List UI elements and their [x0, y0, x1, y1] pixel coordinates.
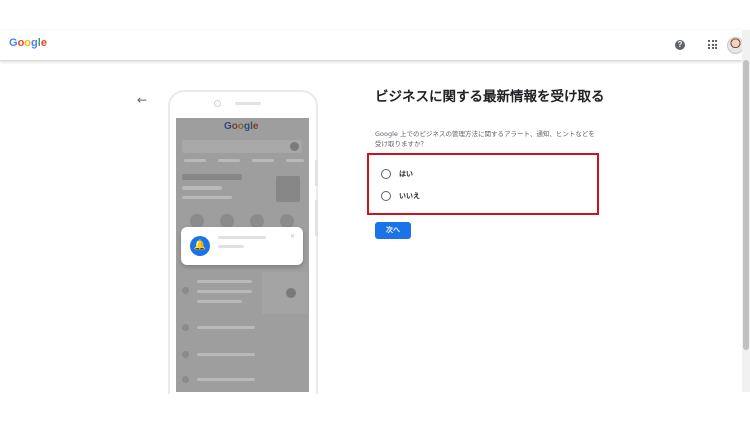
page-description: Google 上でのビジネスの管理方法に関するアラート、通知、ヒントなどを受け取… — [375, 130, 595, 148]
phone-location-icon — [182, 287, 189, 294]
option-yes[interactable]: はい — [381, 168, 413, 180]
phone-phone-line — [197, 353, 255, 356]
back-arrow-icon[interactable]: ← — [137, 93, 147, 107]
notification-line — [218, 245, 244, 248]
close-icon: ✕ — [290, 233, 296, 240]
google-logo[interactable]: Google — [9, 37, 47, 49]
apps-grid-icon[interactable] — [708, 40, 717, 49]
phone-website-line — [197, 378, 255, 381]
phone-tab — [218, 159, 240, 162]
phone-globe-icon — [182, 376, 189, 383]
phone-side-button — [315, 160, 318, 186]
phone-action-icon — [190, 214, 204, 228]
top-bar: Google ? — [0, 30, 744, 61]
phone-action-icon — [250, 214, 264, 228]
phone-address-line — [197, 280, 252, 283]
phone-hours-line — [197, 326, 255, 329]
phone-tab — [286, 159, 304, 162]
notification-line — [218, 236, 266, 239]
phone-rating — [182, 186, 222, 190]
help-icon[interactable]: ? — [675, 40, 685, 50]
option-label: はい — [399, 170, 413, 178]
highlight-box — [367, 153, 599, 215]
phone-category — [182, 196, 232, 199]
scrollbar-thumb[interactable] — [743, 60, 749, 350]
phone-search-icon — [290, 142, 299, 151]
phone-map-pin-icon — [286, 288, 296, 298]
phone-clock-icon — [182, 324, 189, 331]
option-label: いいえ — [399, 192, 420, 200]
radio-button[interactable] — [381, 169, 391, 179]
phone-google-logo: Google — [224, 121, 259, 132]
option-no[interactable]: いいえ — [381, 190, 420, 202]
camera-icon — [214, 100, 221, 107]
phone-action-icon — [220, 214, 234, 228]
phone-address-line — [197, 300, 242, 303]
phone-phone-icon — [182, 351, 189, 358]
phone-map — [262, 272, 308, 314]
phone-search-bar — [182, 140, 302, 153]
phone-side-button — [315, 200, 318, 236]
page-title: ビジネスに関する最新情報を受け取る — [375, 89, 605, 105]
phone-tab — [184, 159, 206, 162]
phone-business-name — [182, 174, 242, 180]
bell-icon: 🔔 — [190, 236, 210, 256]
radio-button[interactable] — [381, 191, 391, 201]
next-button[interactable]: 次へ — [375, 222, 411, 239]
phone-address-line — [197, 290, 252, 293]
speaker-icon — [235, 102, 261, 105]
phone-store-image — [276, 176, 300, 202]
phone-tab — [252, 159, 274, 162]
phone-action-icon — [280, 214, 294, 228]
